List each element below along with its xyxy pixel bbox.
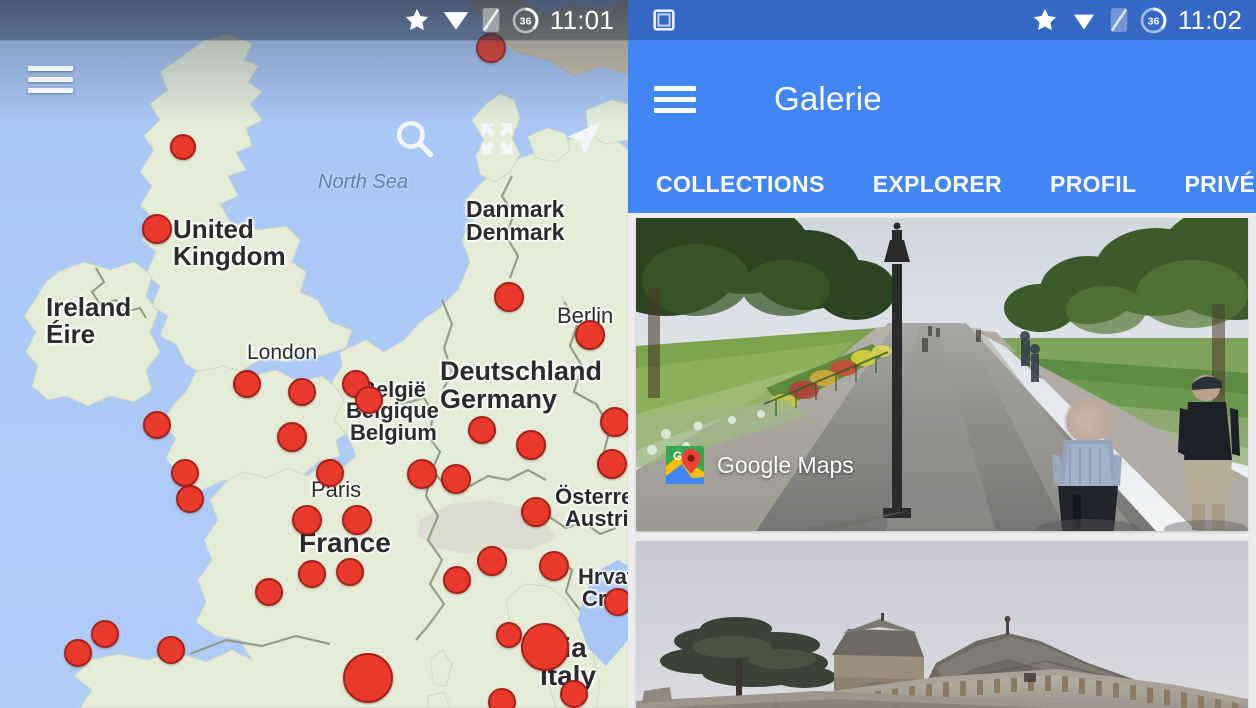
gallery-card-streetview[interactable]: G Google Maps [636, 218, 1248, 531]
right-statusbar-icons: 36 11:02 [1031, 5, 1256, 36]
map-marker[interactable] [233, 370, 261, 398]
map-marker[interactable] [157, 636, 185, 664]
map-marker[interactable] [342, 505, 372, 535]
tab-explorer[interactable]: EXPLORER [867, 171, 1008, 198]
battery-circle-icon: 36 [1140, 7, 1167, 34]
tab-profil[interactable]: PROFIL [1044, 171, 1142, 198]
map-marker[interactable] [521, 497, 551, 527]
tab-collections[interactable]: COLLECTIONS [650, 171, 831, 198]
map-marker[interactable] [604, 588, 628, 616]
notification-square-icon [650, 6, 678, 34]
map-marker[interactable] [597, 449, 627, 479]
gallery-card-building[interactable] [636, 541, 1248, 708]
map-marker[interactable] [600, 407, 628, 437]
gallery-panel: 36 11:02 Galerie COLLECTIONS EXPLORER PROF… [628, 0, 1256, 708]
tab-prives[interactable]: PRIVÉES [1178, 171, 1256, 198]
map-menu-button[interactable] [28, 64, 73, 96]
google-maps-watermark: G Google Maps [666, 446, 854, 484]
signal-off-icon [1109, 7, 1129, 33]
map-marker[interactable] [316, 459, 344, 487]
battery-level-text: 36 [1147, 15, 1159, 27]
search-icon[interactable] [392, 116, 436, 165]
app-bar: Galerie COLLECTIONS EXPLORER PROFIL PRIVÉES [628, 40, 1256, 213]
map-marker[interactable] [443, 566, 471, 594]
map-marker[interactable] [142, 214, 172, 244]
map-marker[interactable] [355, 386, 383, 414]
wifi-icon [442, 8, 470, 32]
building-photo[interactable] [636, 541, 1248, 708]
map-marker[interactable] [292, 505, 322, 535]
map-marker[interactable] [468, 416, 496, 444]
star-icon [403, 6, 431, 34]
map-marker[interactable] [516, 430, 546, 460]
signal-off-icon [481, 7, 501, 33]
map-marker[interactable] [496, 622, 522, 648]
map-marker[interactable] [277, 422, 307, 452]
fullscreen-icon[interactable] [476, 118, 518, 165]
map-marker[interactable] [336, 558, 364, 586]
map-marker[interactable] [255, 578, 283, 606]
map-marker[interactable] [343, 653, 393, 703]
map-marker[interactable] [539, 551, 569, 581]
map-marker[interactable] [575, 320, 605, 350]
right-clock: 11:02 [1178, 5, 1242, 36]
map-marker[interactable] [64, 639, 92, 667]
tab-strip: COLLECTIONS EXPLORER PROFIL PRIVÉES [628, 163, 1256, 205]
left-statusbar: 36 11:01 [0, 0, 628, 40]
watermark-label: Google Maps [717, 452, 854, 479]
map-marker[interactable] [477, 546, 507, 576]
page-title: Galerie [774, 80, 882, 118]
nav-drawer-button[interactable] [654, 86, 696, 116]
map-toolbar [0, 48, 628, 138]
map-marker[interactable] [521, 623, 569, 671]
svg-text:G: G [673, 449, 682, 463]
google-maps-logo-icon: G [666, 446, 704, 484]
battery-level-text: 36 [519, 15, 531, 27]
left-statusbar-icons: 36 11:01 [403, 5, 628, 36]
right-statusbar: 36 11:02 [628, 0, 1256, 40]
map-marker[interactable] [441, 464, 471, 494]
map-marker[interactable] [176, 485, 204, 513]
gallery-feed[interactable]: G Google Maps [628, 213, 1256, 708]
navigate-icon[interactable] [560, 116, 606, 165]
map-panel: North SeaUnited KingdomIreland ÉireLondo… [0, 0, 628, 708]
map-marker[interactable] [488, 688, 516, 708]
battery-circle-icon: 36 [512, 7, 539, 34]
screenshot-root: North SeaUnited KingdomIreland ÉireLondo… [0, 0, 1256, 708]
left-clock: 11:01 [550, 5, 614, 36]
map-marker[interactable] [288, 378, 316, 406]
map-marker[interactable] [143, 411, 171, 439]
star-icon [1031, 6, 1059, 34]
map-marker[interactable] [91, 620, 119, 648]
streetview-photo[interactable] [636, 218, 1248, 531]
map-marker[interactable] [298, 560, 326, 588]
map-marker[interactable] [494, 282, 524, 312]
map-marker[interactable] [560, 680, 588, 708]
map-marker[interactable] [171, 459, 199, 487]
map-marker[interactable] [407, 459, 437, 489]
wifi-icon [1070, 8, 1098, 32]
